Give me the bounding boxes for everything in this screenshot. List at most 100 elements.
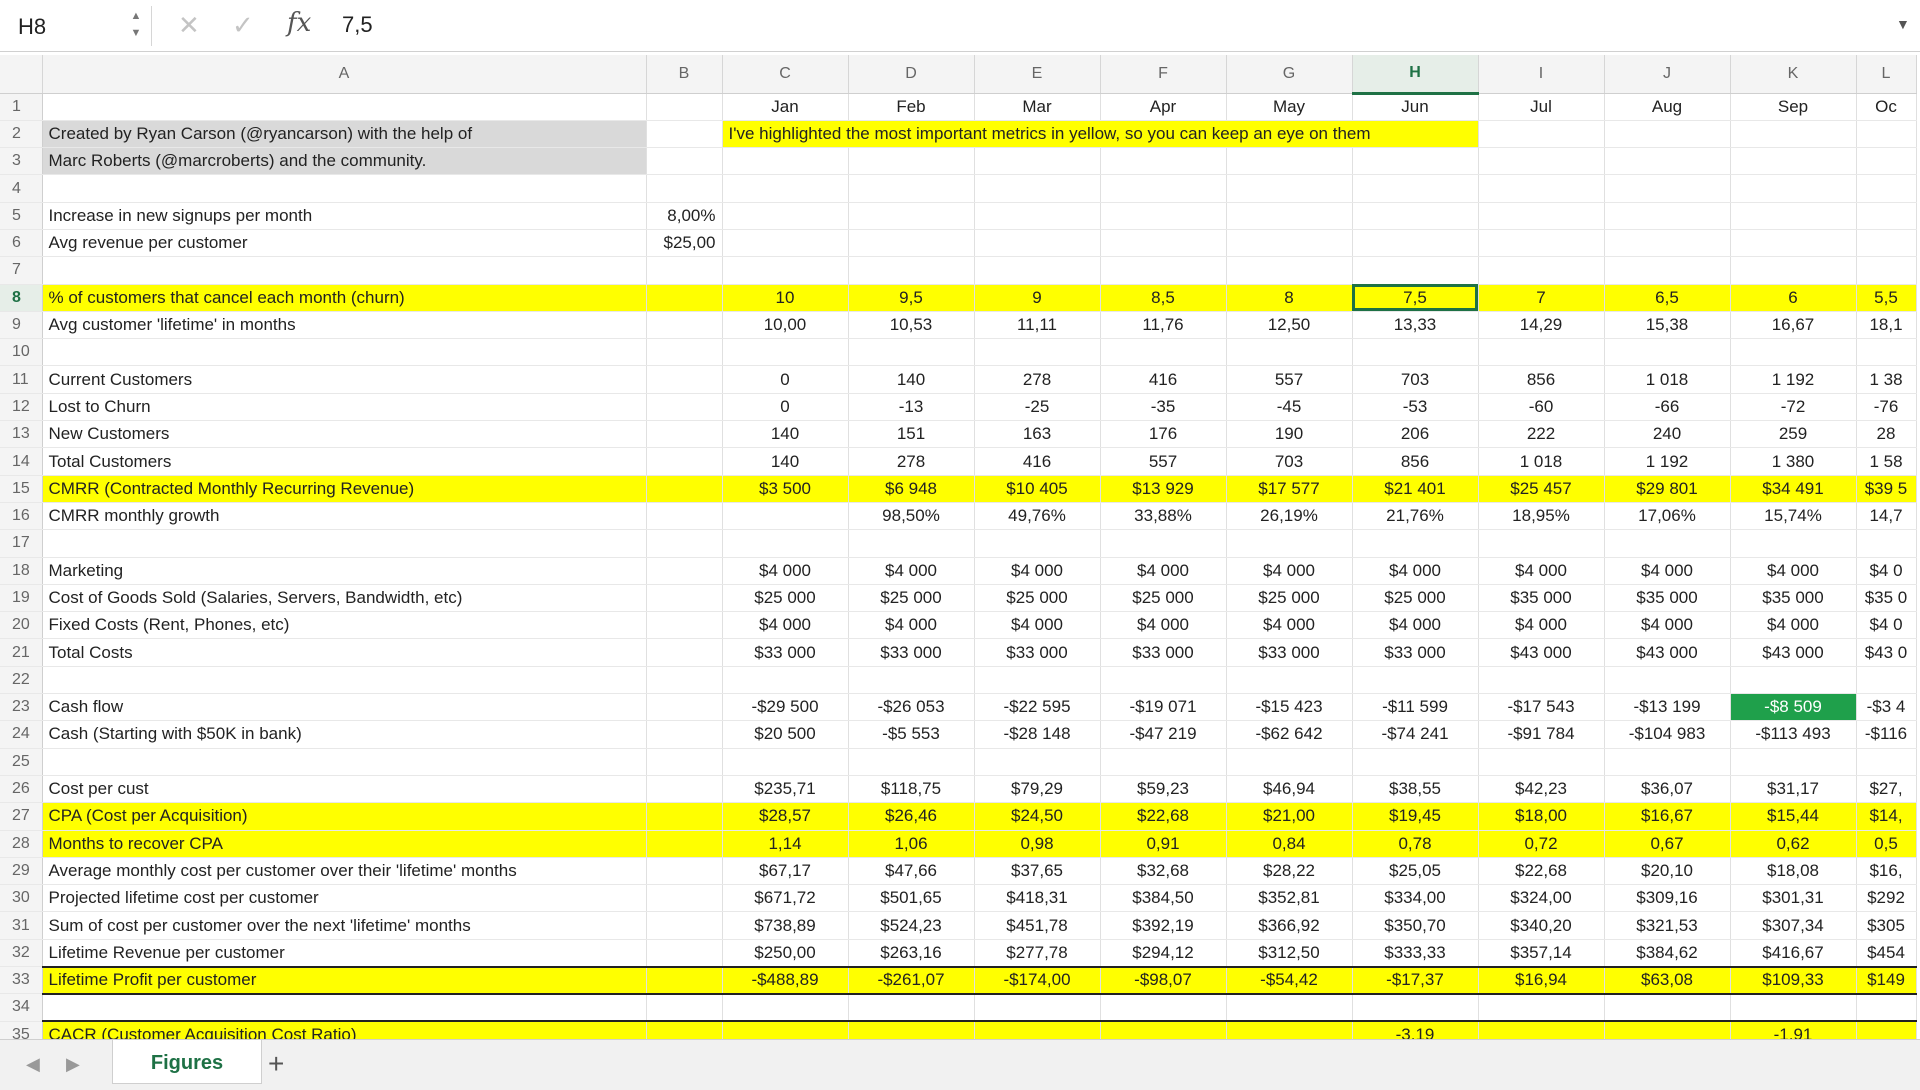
value-cell[interactable] <box>1352 338 1479 367</box>
row-label-cell[interactable]: Current Customers <box>42 365 647 394</box>
value-cell[interactable] <box>722 666 849 695</box>
value-cell[interactable]: 28 <box>1856 420 1917 449</box>
value-cell[interactable] <box>974 748 1101 776</box>
value-cell[interactable]: $33 000 <box>848 638 975 667</box>
value-cell[interactable]: $305 <box>1856 911 1917 940</box>
value-cell[interactable]: 0,98 <box>974 830 1101 858</box>
value-cell[interactable]: $312,50 <box>1226 939 1353 968</box>
parameter-cell[interactable] <box>646 475 723 503</box>
value-cell[interactable]: $4 000 <box>1100 611 1227 640</box>
parameter-cell[interactable] <box>646 830 723 858</box>
empty-cell[interactable] <box>1478 120 1605 149</box>
value-cell[interactable]: $6 948 <box>848 475 975 503</box>
value-cell[interactable] <box>1856 202 1917 230</box>
value-cell[interactable]: 140 <box>722 447 849 476</box>
row-header[interactable]: 13 <box>0 420 43 449</box>
value-cell[interactable]: $25 457 <box>1478 475 1605 503</box>
row-label-cell[interactable]: Cost per cust <box>42 775 647 804</box>
value-cell[interactable]: 11,76 <box>1100 311 1227 340</box>
row-header[interactable]: 24 <box>0 720 43 749</box>
value-cell[interactable] <box>722 147 849 176</box>
value-cell[interactable]: $14, <box>1856 802 1917 831</box>
cancel-icon[interactable]: ✕ <box>178 10 200 41</box>
value-cell[interactable]: $43 000 <box>1730 638 1857 667</box>
row-label-cell[interactable]: Lifetime Revenue per customer <box>42 939 647 968</box>
value-cell[interactable] <box>848 338 975 367</box>
value-cell[interactable] <box>1604 993 1731 1022</box>
parameter-cell[interactable] <box>646 529 723 558</box>
row-label-cell[interactable] <box>42 666 647 695</box>
value-cell[interactable] <box>1352 256 1479 285</box>
empty-cell[interactable] <box>1730 120 1857 149</box>
row-header[interactable]: 33 <box>0 966 43 995</box>
value-cell[interactable]: 1 192 <box>1730 365 1857 394</box>
highlight-note-cell[interactable]: I've highlighted the most important metr… <box>722 120 1479 149</box>
column-header-e[interactable]: E <box>974 55 1101 94</box>
value-cell[interactable]: $25 000 <box>1226 584 1353 613</box>
value-cell[interactable]: $67,17 <box>722 857 849 886</box>
parameter-cell[interactable] <box>646 965 723 995</box>
row-label-cell[interactable]: Created by Ryan Carson (@ryancarson) wit… <box>42 120 647 149</box>
row-header[interactable]: 25 <box>0 748 43 776</box>
row-header[interactable]: 32 <box>0 939 43 968</box>
row-header[interactable]: 17 <box>0 529 43 558</box>
value-cell[interactable] <box>1100 202 1227 230</box>
value-cell[interactable]: $309,16 <box>1604 884 1731 913</box>
value-cell[interactable]: $18,00 <box>1478 802 1605 831</box>
value-cell[interactable] <box>1730 256 1857 285</box>
value-cell[interactable]: Oc <box>1856 93 1917 121</box>
row-label-cell[interactable] <box>42 338 647 367</box>
value-cell[interactable] <box>1352 229 1479 258</box>
value-cell[interactable]: 12,50 <box>1226 311 1353 340</box>
row-header[interactable]: 35 <box>0 1021 43 1039</box>
parameter-cell[interactable] <box>646 557 723 585</box>
row-header[interactable]: 2 <box>0 120 43 149</box>
value-cell[interactable]: $16,67 <box>1604 802 1731 831</box>
parameter-cell[interactable] <box>646 584 723 613</box>
value-cell[interactable]: 0,5 <box>1856 830 1917 858</box>
value-cell[interactable]: $149 <box>1856 965 1917 995</box>
parameter-cell[interactable]: $25,00 <box>646 229 723 258</box>
value-cell[interactable]: -$91 784 <box>1478 720 1605 749</box>
value-cell[interactable] <box>1730 147 1857 176</box>
value-cell[interactable]: Feb <box>848 93 975 121</box>
value-cell[interactable] <box>722 256 849 285</box>
value-cell[interactable]: 1 38 <box>1856 365 1917 394</box>
value-cell[interactable] <box>1478 338 1605 367</box>
value-cell[interactable] <box>1226 229 1353 258</box>
value-cell[interactable]: $25 000 <box>848 584 975 613</box>
row-header[interactable]: 3 <box>0 147 43 176</box>
value-cell[interactable]: $4 0 <box>1856 557 1917 585</box>
value-cell[interactable] <box>1478 256 1605 285</box>
value-cell[interactable]: 416 <box>1100 365 1227 394</box>
value-cell[interactable]: -45 <box>1226 393 1353 422</box>
value-cell[interactable]: -$5 553 <box>848 720 975 749</box>
value-cell[interactable] <box>974 174 1101 203</box>
value-cell[interactable]: Aug <box>1604 93 1731 121</box>
value-cell[interactable]: Mar <box>974 93 1101 121</box>
value-cell[interactable]: -$62 642 <box>1226 720 1353 749</box>
row-label-cell[interactable]: New Customers <box>42 420 647 449</box>
row-label-cell[interactable]: Lifetime Profit per customer <box>42 965 647 995</box>
row-header[interactable]: 31 <box>0 911 43 940</box>
value-cell[interactable]: 18,95% <box>1478 502 1605 531</box>
value-cell[interactable] <box>722 1020 849 1039</box>
value-cell[interactable] <box>1226 1020 1353 1039</box>
parameter-cell[interactable] <box>646 502 723 531</box>
value-cell[interactable]: $118,75 <box>848 775 975 804</box>
value-cell[interactable]: $24,50 <box>974 802 1101 831</box>
value-cell[interactable]: 0,72 <box>1478 830 1605 858</box>
row-header[interactable]: 16 <box>0 502 43 531</box>
value-cell[interactable]: 5,5 <box>1856 284 1917 312</box>
row-label-cell[interactable]: Cash (Starting with $50K in bank) <box>42 720 647 749</box>
value-cell[interactable]: 15,38 <box>1604 311 1731 340</box>
value-cell[interactable]: $109,33 <box>1730 965 1857 995</box>
row-header[interactable]: 14 <box>0 447 43 476</box>
value-cell[interactable] <box>1226 147 1353 176</box>
value-cell[interactable]: $28,57 <box>722 802 849 831</box>
value-cell[interactable] <box>974 147 1101 176</box>
value-cell[interactable]: $324,00 <box>1478 884 1605 913</box>
value-cell[interactable]: $43 000 <box>1478 638 1605 667</box>
value-cell[interactable]: 10,00 <box>722 311 849 340</box>
value-cell[interactable]: $28,22 <box>1226 857 1353 886</box>
